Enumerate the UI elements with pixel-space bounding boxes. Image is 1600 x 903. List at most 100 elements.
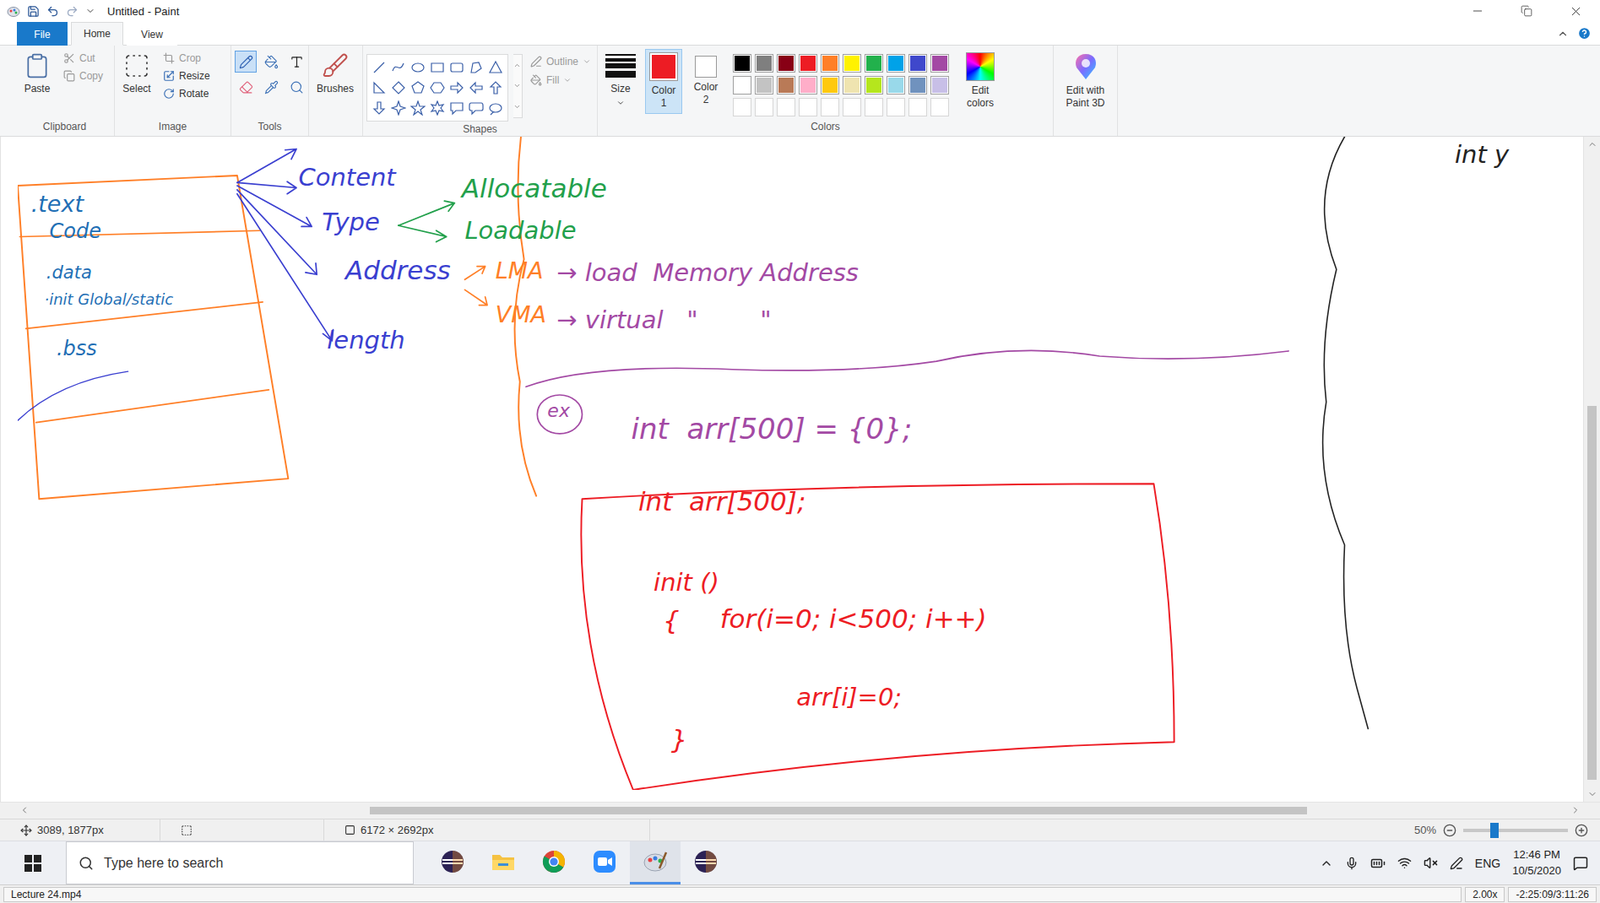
start-button[interactable] — [0, 841, 66, 885]
zoom-out-icon[interactable] — [1442, 824, 1457, 838]
scroll-right-icon[interactable] — [1570, 805, 1581, 816]
ribbon-tab[interactable]: Home — [70, 21, 124, 46]
volume-muted-icon[interactable] — [1423, 856, 1438, 871]
color-swatch[interactable] — [886, 97, 906, 117]
color-swatch[interactable] — [732, 54, 752, 73]
shape-button[interactable] — [428, 78, 446, 98]
shape-button[interactable] — [448, 78, 466, 98]
shape-button[interactable] — [428, 98, 446, 118]
shape-button[interactable] — [448, 98, 466, 118]
search-box[interactable]: Type here to search — [65, 841, 414, 885]
color-swatch[interactable] — [798, 75, 818, 95]
color-swatch[interactable] — [908, 54, 928, 73]
taskbar-app[interactable] — [579, 841, 630, 885]
fill-button[interactable]: Fill — [527, 72, 594, 88]
shape-button[interactable] — [487, 58, 505, 77]
color-swatch[interactable] — [776, 54, 796, 73]
shape-button[interactable] — [467, 58, 485, 77]
size-button[interactable]: Size — [601, 48, 640, 112]
battery-icon[interactable] — [1370, 856, 1386, 872]
copy-button[interactable]: Copy — [60, 68, 106, 84]
microphone-icon[interactable] — [1345, 856, 1359, 871]
restore-button[interactable] — [1502, 0, 1552, 22]
taskbar-app[interactable] — [477, 841, 529, 885]
customize-dropdown-icon[interactable] — [85, 5, 96, 17]
taskbar-app[interactable] — [528, 841, 580, 885]
tool-button[interactable] — [234, 75, 257, 98]
horizontal-scrollbar[interactable] — [0, 802, 1600, 819]
tool-button[interactable] — [285, 50, 308, 73]
shape-button[interactable] — [409, 58, 427, 77]
color-swatch[interactable] — [908, 97, 928, 117]
color-slot-button[interactable]: Color1 — [645, 48, 683, 114]
tool-button[interactable] — [285, 75, 308, 98]
brushes-button[interactable]: Brushes — [312, 48, 358, 100]
shapes-scroll[interactable] — [513, 54, 523, 119]
shape-button[interactable] — [390, 58, 407, 77]
close-button[interactable] — [1551, 0, 1600, 22]
taskbar-app[interactable] — [427, 841, 478, 885]
ribbon-tab[interactable]: File — [16, 21, 68, 46]
shape-button[interactable] — [409, 78, 427, 98]
scroll-up-icon[interactable] — [1587, 139, 1598, 150]
color-slot-button[interactable]: Color2 — [687, 48, 725, 111]
scroll-thumb[interactable] — [369, 807, 1308, 815]
color-swatch[interactable] — [930, 97, 950, 117]
rotate-button[interactable]: Rotate — [160, 86, 213, 102]
color-swatch[interactable] — [754, 75, 774, 95]
shape-button[interactable] — [370, 58, 388, 77]
shape-button[interactable] — [467, 98, 485, 118]
save-icon[interactable] — [27, 5, 40, 18]
color-swatch[interactable] — [732, 75, 752, 95]
pen-workspace-icon[interactable] — [1449, 856, 1464, 871]
shape-button[interactable] — [448, 58, 466, 77]
cut-button[interactable]: Cut — [60, 50, 106, 66]
scroll-left-icon[interactable] — [19, 805, 30, 816]
taskbar-app[interactable] — [629, 841, 681, 885]
playback-speed[interactable]: 2.00x — [1464, 887, 1505, 903]
paste-button[interactable]: Paste — [18, 48, 56, 100]
color-swatch[interactable] — [820, 97, 840, 117]
notifications-icon[interactable] — [1572, 856, 1589, 872]
vertical-scrollbar[interactable] — [1583, 136, 1600, 803]
clock[interactable]: 12:46 PM10/5/2020 — [1512, 847, 1562, 879]
scroll-thumb[interactable] — [1587, 406, 1597, 782]
color-swatch[interactable] — [864, 97, 884, 117]
color-swatch[interactable] — [820, 75, 840, 95]
undo-icon[interactable] — [46, 5, 60, 18]
help-icon[interactable] — [1577, 26, 1592, 41]
shape-button[interactable] — [467, 78, 485, 98]
color-swatch[interactable] — [886, 54, 906, 73]
color-swatch[interactable] — [842, 97, 862, 117]
tool-button[interactable] — [260, 50, 283, 73]
network-icon[interactable] — [1397, 856, 1412, 871]
color-swatch[interactable] — [820, 54, 840, 73]
input-language[interactable]: ENG — [1475, 856, 1501, 871]
color-swatch[interactable] — [930, 75, 950, 95]
color-swatch[interactable] — [754, 97, 774, 117]
redo-icon[interactable] — [65, 5, 79, 18]
resize-button[interactable]: Resize — [160, 68, 213, 84]
scroll-down-icon[interactable] — [1587, 789, 1598, 800]
shape-button[interactable] — [390, 78, 407, 98]
color-swatch[interactable] — [754, 54, 774, 73]
collapse-ribbon-icon[interactable] — [1556, 27, 1569, 40]
select-button[interactable]: Select — [118, 48, 156, 100]
shape-button[interactable] — [487, 78, 505, 98]
zoom-in-icon[interactable] — [1574, 824, 1589, 838]
taskbar-app[interactable] — [680, 841, 732, 885]
show-hidden-icons-icon[interactable] — [1319, 856, 1334, 871]
tool-button[interactable] — [234, 50, 257, 73]
color-swatch[interactable] — [842, 54, 862, 73]
color-swatch[interactable] — [798, 54, 818, 73]
color-swatch[interactable] — [908, 75, 928, 95]
paint3d-button[interactable]: Edit with Paint 3D — [1057, 48, 1114, 114]
shape-button[interactable] — [428, 58, 446, 77]
color-swatch[interactable] — [864, 75, 884, 95]
shape-button[interactable] — [370, 98, 388, 118]
drawing-canvas[interactable]: .textCode.data·init Global/static.bssCon… — [17, 136, 1563, 791]
color-swatch[interactable] — [864, 54, 884, 73]
outline-button[interactable]: Outline — [527, 54, 594, 70]
tool-button[interactable] — [260, 75, 283, 98]
color-swatch[interactable] — [732, 97, 752, 117]
